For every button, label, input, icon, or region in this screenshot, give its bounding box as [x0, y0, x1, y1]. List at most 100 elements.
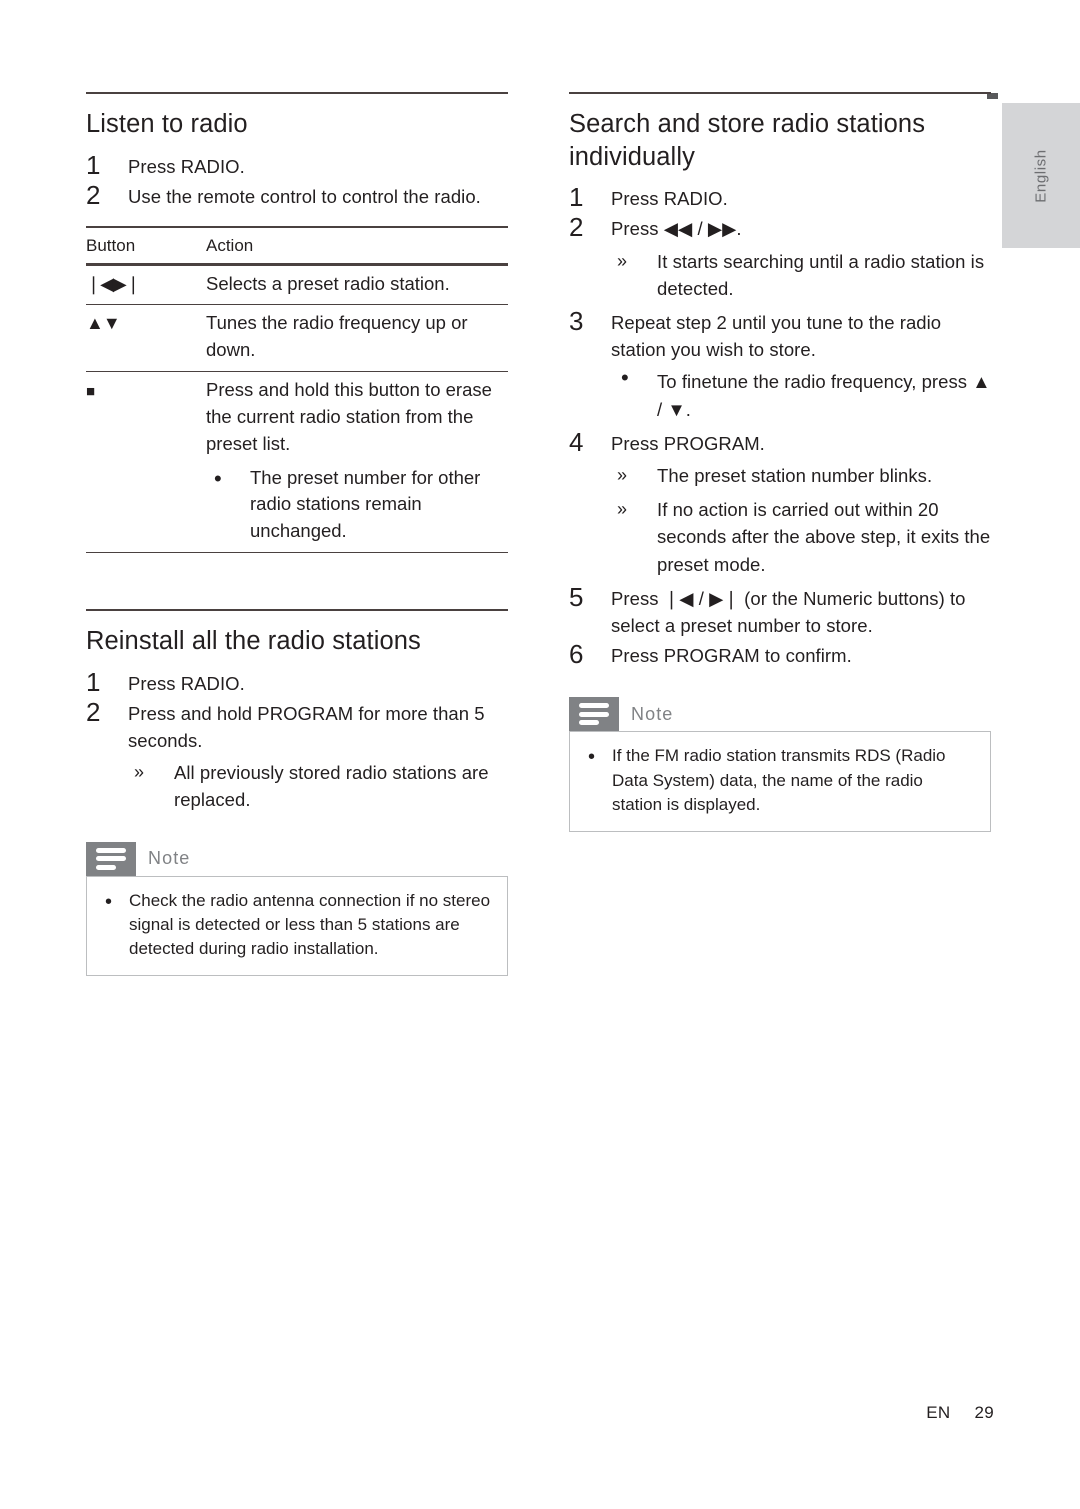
language-tab: English: [1002, 103, 1080, 248]
list-item: » It starts searching until a radio stat…: [611, 248, 991, 302]
step-number: 1: [86, 666, 101, 697]
step-number: 2: [569, 212, 584, 243]
cell-button-glyph: ▲▼: [86, 305, 206, 372]
step-text: Use the remote control to control the ra…: [128, 185, 481, 207]
page-title-search-store: Search and store radio stations individu…: [569, 110, 926, 171]
bullet-icon: •: [214, 465, 222, 491]
step-number: 2: [86, 179, 101, 210]
cell-button-glyph: ❘◀▶❘: [86, 264, 206, 305]
page-footer: EN 29: [926, 1403, 994, 1423]
step-number: 3: [569, 306, 584, 336]
bullet-icon: •: [105, 890, 113, 913]
step-number: 1: [569, 182, 584, 213]
note-body: • Check the radio antenna connection if …: [86, 875, 508, 977]
sub-text: All previously stored radio stations are…: [174, 762, 489, 811]
button-action-table: Button Action ❘◀▶❘ Selects a preset radi…: [86, 226, 508, 553]
table-head: Button Action: [86, 227, 508, 264]
cell-action-text: Selects a preset radio station.: [206, 264, 508, 305]
section-reinstall-radio-stations: Reinstall all the radio stations 1 Press…: [86, 608, 508, 977]
column-header-action: Action: [206, 236, 254, 255]
list-item: 1 Press RADIO.: [86, 667, 508, 697]
manual-page: English Listen to radio 1 Press RADIO. 2…: [0, 0, 1080, 1509]
step-text: Press ◀◀ / ▶▶.: [611, 218, 742, 240]
note-list: • If the FM radio station transmits RDS …: [584, 744, 976, 817]
guillemet-icon: »: [617, 250, 628, 271]
step-number: 2: [86, 696, 101, 727]
sub-text: If no action is carried out within 20 se…: [657, 499, 991, 575]
list-item: » The preset station number blinks.: [611, 462, 991, 489]
step-text: Press and hold PROGRAM for more than 5 s…: [128, 702, 485, 751]
steps-listen-to-radio: 1 Press RADIO. 2 Use the remote control …: [86, 150, 508, 210]
cell-action-text: Press and hold this button to erase the …: [206, 372, 508, 553]
note-header: Note: [86, 841, 508, 876]
guillemet-icon: »: [617, 464, 628, 485]
step-text: Press PROGRAM.: [611, 432, 765, 454]
list-item: 2 Press and hold PROGRAM for more than 5…: [86, 697, 508, 814]
steps-search-store: 1 Press RADIO. 2 Press ◀◀ / ▶▶. » It sta…: [569, 182, 991, 669]
table-row: ■ Press and hold this button to erase th…: [86, 371, 508, 553]
section-listen-to-radio: Listen to radio 1 Press RADIO. 2 Use the…: [86, 92, 508, 553]
list-item: 6 Press PROGRAM to confirm.: [569, 639, 991, 669]
action-text: Selects a preset radio station.: [206, 272, 450, 294]
section-rule: [86, 92, 508, 94]
list-item: 5 Press ❘◀ / ▶❘ (or the Numeric buttons)…: [569, 582, 991, 639]
step-text: Press PROGRAM to confirm.: [611, 645, 852, 667]
note-list: • Check the radio antenna connection if …: [101, 889, 493, 962]
step-sub-list: » It starts searching until a radio stat…: [611, 248, 991, 302]
note-box-right: Note • If the FM radio station transmits…: [569, 697, 991, 833]
list-item: 2 Use the remote control to control the …: [86, 180, 508, 210]
left-column: Listen to radio 1 Press RADIO. 2 Use the…: [86, 92, 508, 977]
step-number: 4: [569, 426, 584, 457]
list-item: • Check the radio antenna connection if …: [101, 889, 493, 962]
note-title: Note: [148, 848, 191, 869]
list-item: » If no action is carried out within 20 …: [611, 496, 991, 578]
step-text: Repeat step 2 until you tune to the radi…: [611, 312, 942, 361]
note-box-left: Note • Check the radio antenna connectio…: [86, 841, 508, 977]
cell-action-text: Tunes the radio frequency up or down.: [206, 305, 508, 372]
note-text: If the FM radio station transmits RDS (R…: [612, 746, 946, 814]
steps-reinstall-radio-stations: 1 Press RADIO. 2 Press and hold PROGRAM …: [86, 667, 508, 814]
stop-square-icon: ■: [86, 383, 95, 401]
list-item: 1 Press RADIO.: [569, 182, 991, 212]
table-row: ❘◀▶❘ Selects a preset radio station.: [86, 264, 508, 305]
step-text: Press RADIO.: [128, 155, 245, 177]
list-item: 1 Press RADIO.: [86, 150, 508, 180]
step-number: 1: [86, 149, 101, 180]
list-item: 2 Press ◀◀ / ▶▶. » It starts searching u…: [569, 212, 991, 302]
bullet-icon: •: [588, 746, 596, 769]
section-search-store-radio-stations: Search and store radio stations individu…: [569, 92, 991, 833]
note-lines-icon: [569, 697, 619, 732]
action-sub-item: • The preset number for other radio stat…: [206, 465, 508, 545]
note-title: Note: [631, 703, 674, 724]
action-sub-text: The preset number for other radio statio…: [250, 466, 481, 542]
step-number: 6: [569, 639, 584, 670]
sub-text: To finetune the radio frequency, press ▲…: [657, 371, 991, 420]
note-header: Note: [569, 697, 991, 732]
list-item: • To finetune the radio frequency, press…: [611, 365, 991, 422]
action-text: Tunes the radio frequency up or down.: [206, 312, 468, 361]
step-text: Press ❘◀ / ▶❘ (or the Numeric buttons) t…: [611, 587, 966, 636]
sub-text: The preset station number blinks.: [657, 464, 933, 486]
note-text: Check the radio antenna connection if no…: [129, 890, 491, 959]
list-item: 3 Repeat step 2 until you tune to the ra…: [569, 306, 991, 423]
table-row: ▲▼ Tunes the radio frequency up or down.: [86, 304, 508, 372]
step-text: Press RADIO.: [128, 672, 245, 694]
sub-text: It starts searching until a radio statio…: [657, 250, 985, 299]
up-down-arrow-icon: ▲▼: [86, 313, 121, 334]
column-header-button: Button: [86, 236, 136, 255]
list-item: • If the FM radio station transmits RDS …: [584, 744, 976, 817]
bullet-icon: •: [621, 365, 629, 391]
step-sub-list: » The preset station number blinks. » If…: [611, 462, 991, 578]
footer-page-number: 29: [974, 1403, 994, 1422]
step-text: Press RADIO.: [611, 188, 728, 210]
cell-button-glyph: ■: [86, 372, 206, 553]
page-title-reinstall-radio-stations: Reinstall all the radio stations: [86, 626, 421, 655]
guillemet-icon: »: [134, 762, 145, 783]
step-sub-list: » All previously stored radio stations a…: [128, 759, 508, 813]
skip-prev-next-icon: ❘◀▶❘: [86, 273, 141, 294]
list-item: 4 Press PROGRAM. » The preset station nu…: [569, 427, 991, 578]
table-body: ❘◀▶❘ Selects a preset radio station. ▲▼ …: [86, 264, 508, 553]
note-body: • If the FM radio station transmits RDS …: [569, 731, 991, 833]
guillemet-icon: »: [617, 499, 628, 520]
